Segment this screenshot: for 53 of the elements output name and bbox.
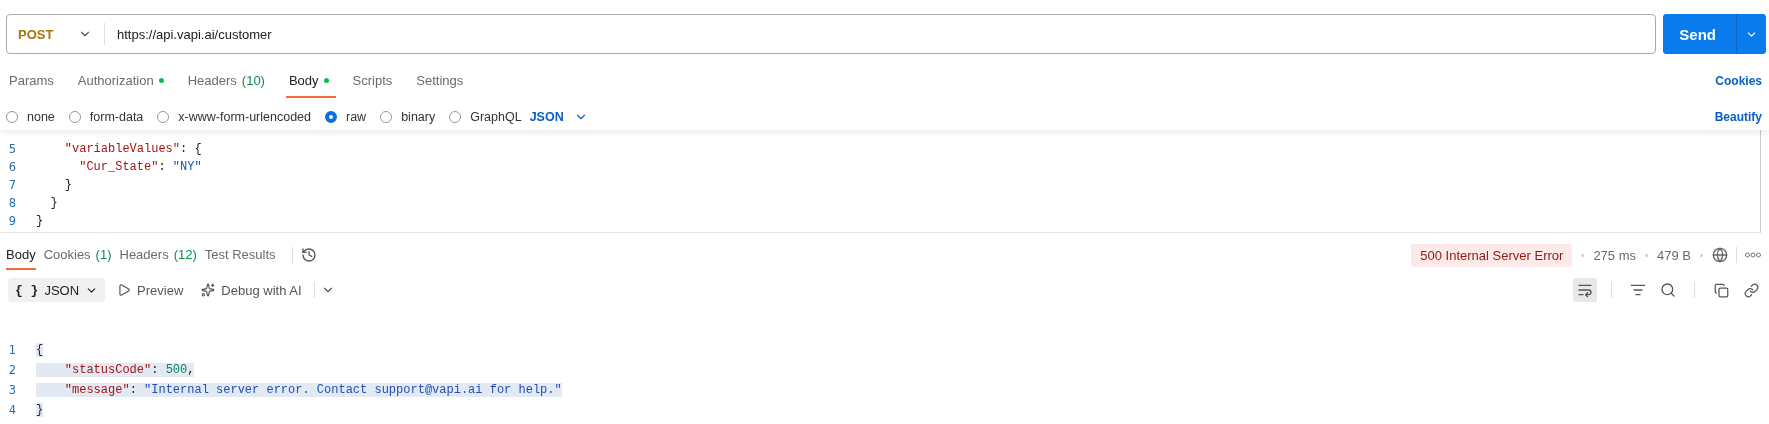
code-line: } xyxy=(36,214,44,228)
radio-label: form-data xyxy=(89,110,144,124)
code-line: } xyxy=(49,196,58,210)
response-tab[interactable]: Headers (12) xyxy=(119,240,197,270)
link-icon xyxy=(1743,282,1759,298)
code-line: } xyxy=(63,178,72,192)
radio-label: binary xyxy=(401,110,436,124)
beautify-link[interactable]: Beautify xyxy=(1714,110,1762,124)
history-icon[interactable] xyxy=(300,247,317,263)
radio-label: raw xyxy=(346,110,367,124)
request-tab[interactable]: Headers (10) xyxy=(184,64,272,98)
code-line: "variableValues": { xyxy=(63,142,202,156)
request-tab[interactable]: Body xyxy=(285,64,336,98)
response-tab[interactable]: Body xyxy=(6,240,36,270)
preview-button[interactable]: Preview xyxy=(111,282,190,298)
status-badge: 500 Internal Server Error xyxy=(1411,243,1573,267)
debug-button[interactable]: Debug with AI xyxy=(195,282,308,298)
globe-icon[interactable] xyxy=(1712,247,1728,263)
request-tab[interactable]: Settings xyxy=(413,64,471,98)
line-number: 7 xyxy=(7,178,17,192)
radio-label: x-www-form-urlencoded xyxy=(178,110,311,124)
line-number: 6 xyxy=(7,160,17,174)
more-icon[interactable] xyxy=(1745,252,1761,258)
line-number: 1 xyxy=(7,343,17,357)
line-number: 3 xyxy=(7,383,17,397)
radio-label: GraphQL xyxy=(470,110,522,124)
line-number: 2 xyxy=(7,363,17,377)
request-tab[interactable]: Authorization xyxy=(74,64,171,98)
request-tab[interactable]: Params xyxy=(6,64,61,98)
response-size: 479 B xyxy=(1657,247,1691,263)
response-tab[interactable]: Test Results xyxy=(204,240,276,270)
search-icon xyxy=(1660,282,1676,298)
sparkle-icon xyxy=(201,283,216,297)
line-number: 8 xyxy=(7,196,17,210)
code-line: "Cur_State": "NY" xyxy=(78,160,202,174)
cookies-link[interactable]: Cookies xyxy=(1715,74,1762,88)
radio-button[interactable] xyxy=(325,111,337,123)
line-number: 4 xyxy=(7,403,17,417)
response-tab[interactable]: Cookies (1) xyxy=(43,240,112,270)
wrap-text-icon xyxy=(1577,282,1593,298)
format-dropdown[interactable]: { } JSON xyxy=(8,278,106,302)
url-field[interactable]: POST https://api.vapi.ai/customer xyxy=(6,14,1657,54)
wrap-button[interactable] xyxy=(1573,278,1597,302)
line-number: 9 xyxy=(7,214,17,228)
play-icon xyxy=(117,283,132,297)
filter-icon xyxy=(1630,282,1646,298)
method-dropdown[interactable]: POST xyxy=(7,23,105,45)
request-tab[interactable]: Scripts xyxy=(349,64,400,98)
format-dropdown[interactable]: JSON xyxy=(529,110,588,124)
copy-icon xyxy=(1713,282,1729,298)
response-time: 275 ms xyxy=(1593,247,1636,263)
radio-label: none xyxy=(27,110,55,124)
line-number: 5 xyxy=(7,142,17,156)
